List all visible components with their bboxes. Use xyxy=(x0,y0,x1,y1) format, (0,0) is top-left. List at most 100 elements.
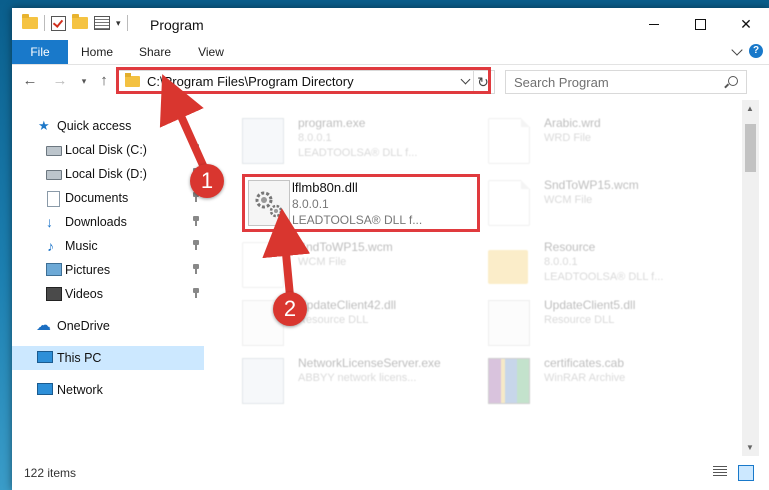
drive-icon xyxy=(46,146,62,156)
title-bar: ▾ Program ✕ xyxy=(12,8,769,40)
tab-file[interactable]: File xyxy=(12,40,68,64)
scroll-down-icon[interactable]: ▼ xyxy=(746,443,754,452)
scrollbar-thumb[interactable] xyxy=(745,124,756,172)
tab-home[interactable]: Home xyxy=(74,40,120,64)
file-version: 8.0.0.1 xyxy=(544,256,578,268)
pin-icon[interactable] xyxy=(192,240,200,250)
file-item[interactable]: certificates.cab WinRAR Archive xyxy=(468,352,708,414)
file-name: SndToWP15.wcm xyxy=(544,178,639,192)
customize-toolbar-chevron-icon[interactable]: ▾ xyxy=(116,18,121,29)
file-name: SndToWP15.wcm xyxy=(298,240,393,254)
archive-icon xyxy=(488,358,530,404)
toolbar-separator xyxy=(126,15,128,31)
tab-view[interactable]: View xyxy=(188,40,234,64)
explorer-window: ▾ Program ✕ File Home Share View ? ← → ▾… xyxy=(12,8,769,490)
file-item[interactable]: NetworkLicenseServer.exe ABBYY network l… xyxy=(222,352,462,414)
sidebar-item-label: Music xyxy=(65,239,98,253)
exe-icon xyxy=(242,118,284,164)
up-button[interactable]: ↑ xyxy=(94,71,114,91)
sidebar-item-this-pc[interactable]: This PC xyxy=(12,346,204,370)
quick-access-toolbar: ▾ xyxy=(22,14,128,31)
star-icon: ★ xyxy=(38,118,50,133)
exe-icon xyxy=(242,358,284,404)
file-item[interactable]: Resource 8.0.0.1 LEADTOOLSA® DLL f... xyxy=(468,236,708,298)
file-item[interactable]: UpdateClient5.dll Resource DLL xyxy=(468,294,708,356)
search-input[interactable]: Search Program xyxy=(505,70,747,94)
expand-ribbon-chevron-icon[interactable] xyxy=(731,43,743,56)
documents-icon xyxy=(47,191,60,207)
sidebar-item-quick-access[interactable]: ★ Quick access xyxy=(12,114,204,138)
pin-icon[interactable] xyxy=(192,288,200,298)
cloud-icon: ☁ xyxy=(36,317,51,334)
sidebar-item-onedrive[interactable]: ☁ OneDrive xyxy=(12,314,204,338)
file-item[interactable]: Arabic.wrd WRD File xyxy=(468,112,708,174)
address-highlight-box xyxy=(116,67,491,94)
pin-icon[interactable] xyxy=(192,144,200,154)
details-view-icon[interactable] xyxy=(713,466,727,478)
download-icon: ↓ xyxy=(46,214,53,230)
tab-share[interactable]: Share xyxy=(132,40,178,64)
step-1-badge: 1 xyxy=(190,164,224,198)
file-item[interactable]: SndToWP15.wcm WCM File xyxy=(468,174,708,236)
folder-icon xyxy=(488,250,528,284)
sidebar-item-documents[interactable]: Documents xyxy=(12,186,204,210)
file-item[interactable]: program.exe 8.0.0.1 LEADTOOLSA® DLL f... xyxy=(222,112,462,174)
dll-gear-icon xyxy=(488,300,530,346)
drive-icon xyxy=(46,170,62,180)
sidebar-item-label: Downloads xyxy=(65,215,127,229)
navigation-pane: ★ Quick access Local Disk (C:) Local Dis… xyxy=(12,100,204,456)
file-type: WinRAR Archive xyxy=(544,372,626,384)
file-type: Resource DLL xyxy=(544,314,615,326)
item-count: 122 items xyxy=(24,466,77,480)
pictures-icon xyxy=(46,263,62,276)
document-icon xyxy=(488,180,530,226)
forward-button[interactable]: → xyxy=(50,71,70,91)
sidebar-item-videos[interactable]: Videos xyxy=(12,282,204,306)
video-icon xyxy=(46,287,62,301)
sidebar-item-local-disk-d[interactable]: Local Disk (D:) xyxy=(12,162,204,186)
ribbon-controls: ? xyxy=(731,43,763,58)
close-button[interactable]: ✕ xyxy=(723,8,769,40)
file-name: UpdateClient42.dll xyxy=(298,298,397,312)
help-icon[interactable]: ? xyxy=(749,44,763,58)
search-placeholder: Search Program xyxy=(514,75,609,90)
toolbar-separator xyxy=(44,15,45,31)
file-item[interactable]: UpdateClient42.dll Resource DLL xyxy=(222,294,462,356)
file-type: WCM File xyxy=(544,194,593,206)
sidebar-item-pictures[interactable]: Pictures xyxy=(12,258,204,282)
file-name: Resource xyxy=(544,240,596,254)
file-type: WCM File xyxy=(298,256,347,268)
search-icon[interactable] xyxy=(728,76,738,86)
pin-icon[interactable] xyxy=(192,264,200,274)
vertical-scrollbar[interactable]: ▲ ▼ xyxy=(742,100,759,456)
file-type: Resource DLL xyxy=(298,314,369,326)
music-icon: ♪ xyxy=(47,238,54,254)
large-icons-view-icon[interactable] xyxy=(738,465,754,481)
sidebar-item-network[interactable]: Network xyxy=(12,378,204,402)
file-description: ABBYY network licens... xyxy=(298,372,417,384)
status-bar: 122 items xyxy=(12,456,769,490)
properties-check-icon[interactable] xyxy=(51,15,66,31)
maximize-button[interactable] xyxy=(677,8,723,40)
sidebar-item-label: Local Disk (C:) xyxy=(65,143,147,157)
file-type: WRD File xyxy=(544,132,592,144)
sidebar-item-downloads[interactable]: ↓ Downloads xyxy=(12,210,204,234)
sidebar-item-music[interactable]: ♪ Music xyxy=(12,234,204,258)
scroll-up-icon[interactable]: ▲ xyxy=(746,104,754,113)
file-item[interactable]: SndToWP15.wcm WCM File xyxy=(222,236,462,298)
minimize-button[interactable] xyxy=(631,8,677,40)
file-name: NetworkLicenseServer.exe xyxy=(298,356,441,370)
pin-icon[interactable] xyxy=(192,216,200,226)
step-2-badge: 2 xyxy=(273,292,307,326)
sidebar-item-local-disk-c[interactable]: Local Disk (C:) xyxy=(12,138,204,162)
back-button[interactable]: ← xyxy=(20,71,40,91)
file-version: 8.0.0.1 xyxy=(298,132,332,144)
file-description: LEADTOOLSA® DLL f... xyxy=(298,147,418,159)
properties-icon[interactable] xyxy=(94,16,110,30)
new-folder-icon[interactable] xyxy=(72,14,88,29)
file-name: Arabic.wrd xyxy=(544,116,601,130)
file-highlight-box xyxy=(242,174,480,232)
sidebar-item-label: Network xyxy=(57,383,103,397)
recent-locations-chevron-icon[interactable]: ▾ xyxy=(74,71,94,91)
computer-icon xyxy=(37,351,53,363)
